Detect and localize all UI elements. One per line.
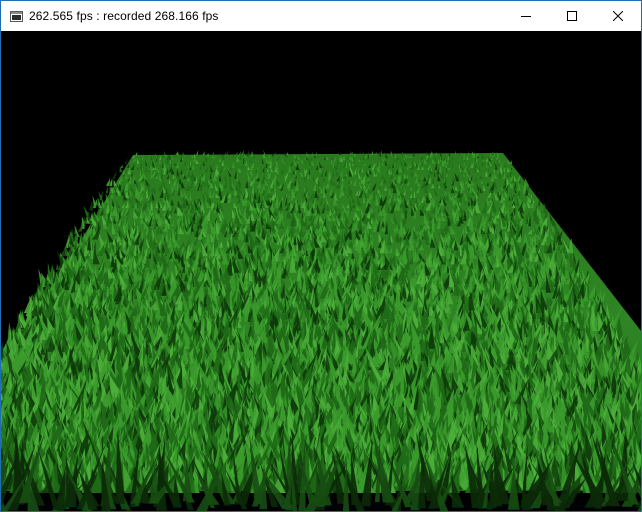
window-title: 262.565 fps : recorded 268.166 fps	[29, 9, 219, 23]
maximize-icon	[567, 11, 577, 21]
minimize-icon	[521, 16, 531, 17]
render-viewport[interactable]	[1, 31, 641, 511]
app-window-icon[interactable]	[10, 10, 23, 22]
close-button[interactable]	[595, 1, 641, 31]
app-window: 262.565 fps : recorded 268.166 fps	[0, 0, 642, 512]
grass-field-render	[1, 31, 641, 511]
window-controls	[503, 1, 641, 31]
minimize-button[interactable]	[503, 1, 549, 31]
title-bar[interactable]: 262.565 fps : recorded 268.166 fps	[1, 1, 641, 31]
close-icon	[613, 11, 623, 21]
maximize-button[interactable]	[549, 1, 595, 31]
